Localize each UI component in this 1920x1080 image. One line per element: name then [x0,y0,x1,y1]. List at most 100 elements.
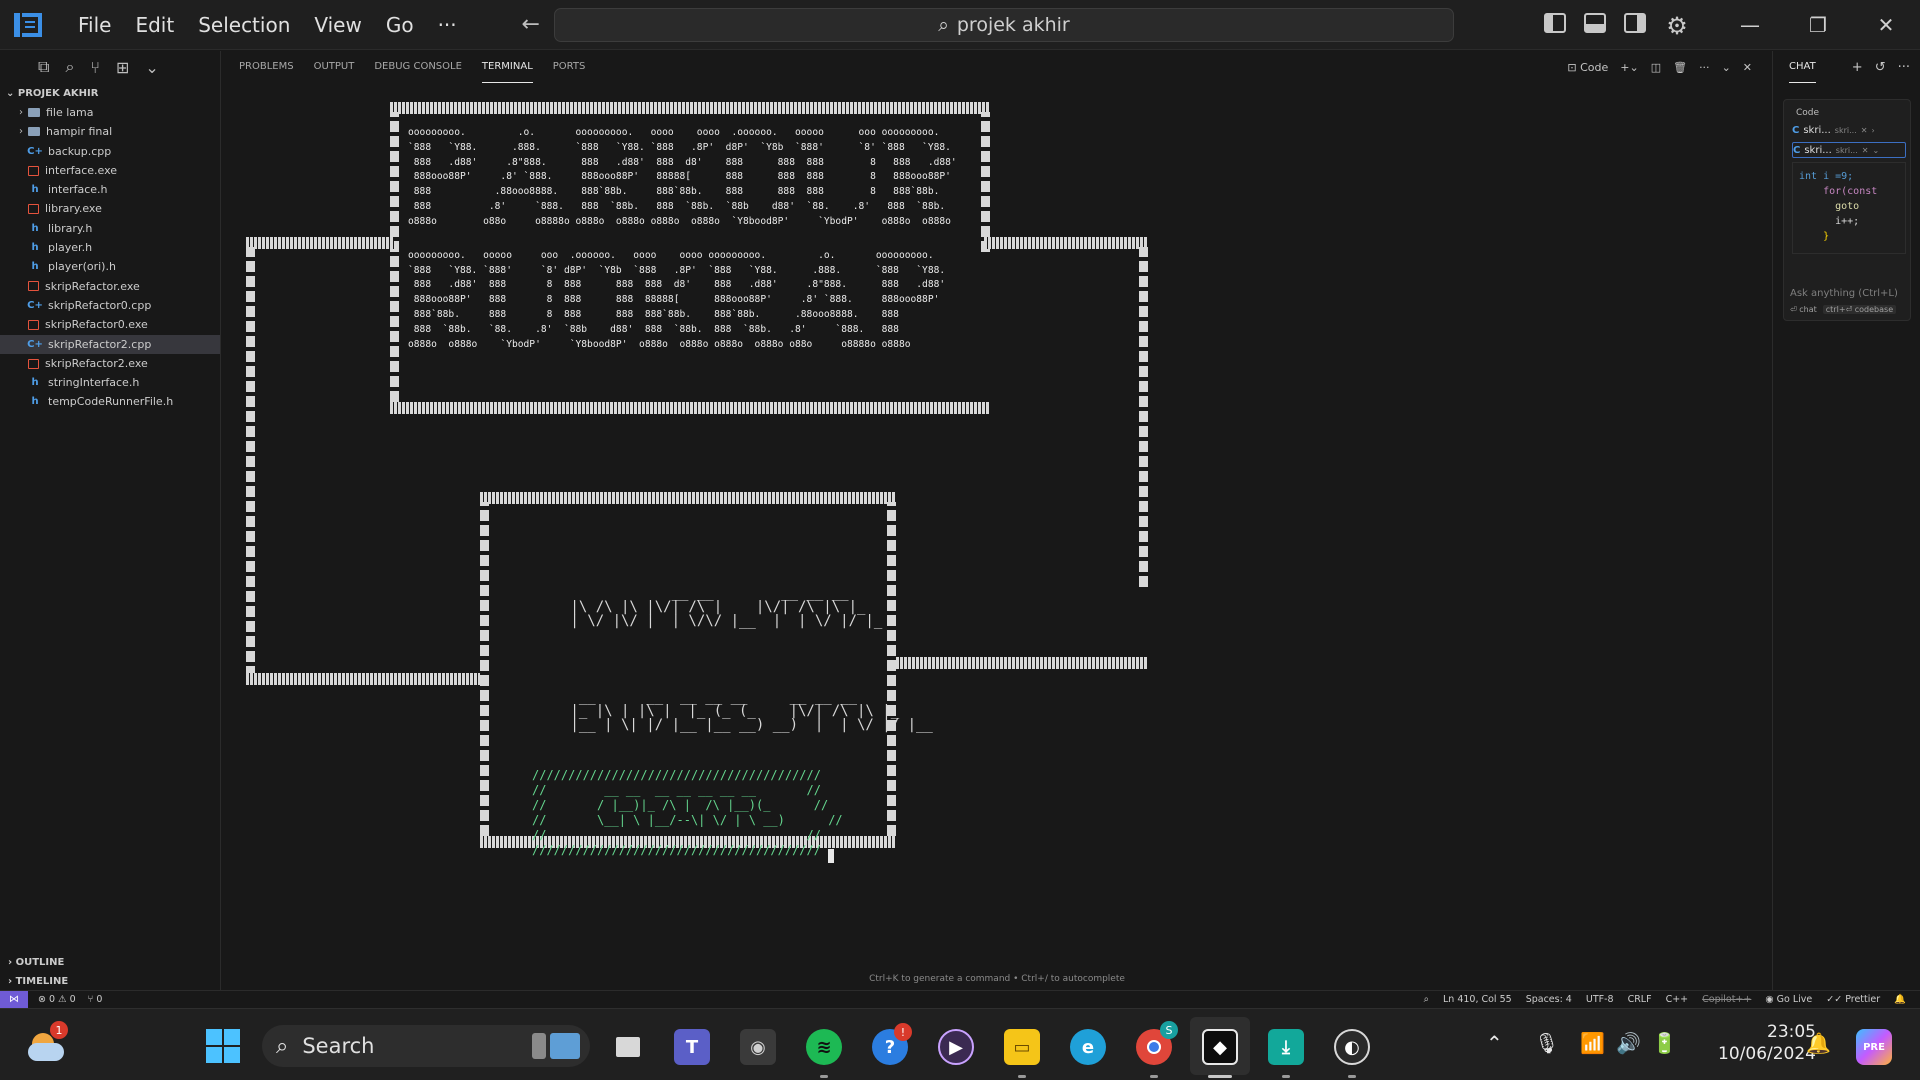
minimize-icon[interactable]: — [1716,0,1784,50]
menu-view[interactable]: View [302,0,373,50]
file-tree-item[interactable]: h library.h [0,219,220,238]
close-panel-icon[interactable]: ✕ [1743,61,1752,74]
file-tree-item[interactable]: h tempCodeRunnerFile.h [0,392,220,411]
gear-icon[interactable]: ⚙ [1664,13,1690,39]
encoding[interactable]: UTF-8 [1586,994,1614,1005]
file-tree-item[interactable]: › hampir final [0,122,220,141]
restore-icon[interactable]: ❐ [1784,0,1852,50]
copilot-icon[interactable]: PRE [1856,1029,1892,1065]
command-center-search[interactable]: ⌕ projek akhir [554,8,1454,42]
tab-debug-console[interactable]: DEBUG CONSOLE [374,51,462,83]
toggle-secondary-sidebar-icon[interactable] [1624,13,1646,33]
chevron-up-icon[interactable]: ⌃ [1486,1031,1503,1055]
chevron-down-icon[interactable]: ⌄ [1872,146,1879,155]
chat-reference-1[interactable]: C skri... skri... ✕ › [1792,122,1906,138]
timeline-section[interactable]: › TIMELINE [0,972,221,991]
file-tree-item[interactable]: › file lama [0,103,220,122]
battery-icon[interactable]: 🔋 [1652,1031,1677,1055]
file-tree-item[interactable]: interface.exe [0,161,220,180]
chat-reference-2[interactable]: C skri... skri... ✕ ⌄ [1792,142,1906,158]
wifi-icon[interactable]: 📶 [1580,1031,1605,1055]
tab-problems[interactable]: PROBLEMS [239,51,294,83]
camera-icon[interactable]: ◉ [740,1029,776,1065]
chat-ask-placeholder[interactable]: Ask anything (Ctrl+L) [1790,288,1898,299]
cursor-position[interactable]: Ln 410, Col 55 [1443,994,1512,1005]
notifications-icon[interactable]: 🔔 [1894,994,1906,1005]
tab-ports[interactable]: PORTS [553,51,586,83]
file-tree-item[interactable]: skripRefactor0.exe [0,315,220,334]
back-arrow-icon[interactable]: ← [517,11,545,39]
tab-terminal[interactable]: TERMINAL [481,51,533,83]
toggle-panel-icon[interactable] [1584,13,1606,33]
copilot-status[interactable]: Copilot++ [1702,994,1751,1005]
search-icon[interactable]: ⌕ [65,57,74,77]
explorer-icon[interactable]: ⧉ [38,57,49,77]
file-tree-item[interactable]: h interface.h [0,180,220,199]
spotify-icon[interactable]: ≋ [806,1029,842,1065]
more-actions-icon[interactable]: ··· [1699,61,1710,74]
explorer-root[interactable]: ⌄ PROJEK AKHIR [0,85,220,103]
file-tree-item[interactable]: h stringInterface.h [0,373,220,392]
split-terminal-icon[interactable]: ◫ [1651,61,1661,74]
outline-section[interactable]: › OUTLINE [0,953,221,972]
more-icon[interactable]: ··· [1898,60,1910,75]
close-icon[interactable]: ✕ [1862,146,1869,155]
file-tree-item[interactable]: skripRefactor.exe [0,277,220,296]
menu-option-endless-mode[interactable]: __ __ __ __ __ __ __ __ |_ |\ | |\ | |_ … [562,690,932,734]
file-tree-item[interactable]: C+ skripRefactor0.cpp [0,296,220,315]
task-view-icon[interactable] [610,1029,646,1065]
menu-option-normal-mode[interactable]: __ __ __ __ __ |\ /\ |\ |\/| /\ | |\/| /… [562,586,882,630]
file-tree-item[interactable]: C+ backup.cpp [0,142,220,161]
chevron-down-icon[interactable]: ⌄ [1722,61,1731,74]
terminal-selector[interactable]: ⊡ Code [1567,61,1608,74]
ports-status[interactable]: ⑂ 0 [88,994,103,1005]
file-tree-item[interactable]: C+ skripRefactor2.cpp [0,334,220,354]
file-tree-item[interactable]: h player(ori).h [0,257,220,276]
file-tree-item[interactable]: h player.h [0,238,220,257]
file-tree-item[interactable]: library.exe [0,199,220,218]
history-icon[interactable]: ↺ [1875,60,1886,75]
codebase-submit-hint[interactable]: ctrl+⏎ codebase [1822,305,1897,314]
close-icon[interactable]: ✕ [1852,0,1920,50]
indentation[interactable]: Spaces: 4 [1526,994,1572,1005]
teams-icon[interactable]: T [674,1029,710,1065]
file-tree-item[interactable]: skripRefactor2.exe [0,354,220,373]
edge-icon[interactable]: e [1070,1029,1106,1065]
menu-more[interactable]: ··· [426,0,469,50]
notification-bell-icon[interactable]: 🔔 [1806,1031,1831,1055]
terminal-output[interactable]: ooooooooo. .o. ooooooooo. oooo oooo .ooo… [222,83,1772,963]
clock[interactable]: 23:05 10/06/2024 [1718,1021,1816,1065]
menu-file[interactable]: File [66,0,123,50]
problems-status[interactable]: ⊗ 0 ⚠ 0 [38,994,76,1005]
microphone-icon[interactable]: 🎙 [1534,1031,1559,1055]
chat-input-box[interactable]: Code C skri... skri... ✕ › C skri... skr… [1783,99,1911,321]
menu-edit[interactable]: Edit [123,0,186,50]
chevron-right-icon[interactable]: › [1871,126,1874,135]
trash-icon[interactable]: 🗑 [1673,61,1687,74]
new-terminal-icon[interactable]: +⌄ [1620,61,1638,74]
line-ending[interactable]: CRLF [1628,994,1652,1005]
go-live-button[interactable]: ◉ Go Live [1765,994,1812,1005]
taskbar-search[interactable]: ⌕ Search [262,1025,590,1067]
language-mode[interactable]: C++ [1666,994,1689,1005]
prettier-button[interactable]: ✓✓ Prettier [1826,994,1880,1005]
extensions-icon[interactable]: ⊞ [116,58,129,77]
toggle-primary-sidebar-icon[interactable] [1544,13,1566,33]
close-icon[interactable]: ✕ [1861,126,1868,135]
cursor-editor-icon[interactable]: ◆ [1202,1029,1238,1065]
volume-icon[interactable]: 🔊 [1616,1031,1641,1055]
menu-selection[interactable]: Selection [186,0,302,50]
weather-icon[interactable]: 1 [28,1021,68,1063]
chat-submit-hint[interactable]: ⏎ chat [1790,305,1817,314]
remote-icon[interactable]: ⋈ [0,990,28,1008]
chevron-down-icon[interactable]: ⌄ [145,58,158,77]
obs-icon[interactable]: ◐ [1334,1029,1370,1065]
zoom-icon[interactable]: ⌕ [1424,994,1429,1005]
download-app-icon[interactable]: ⤓ [1268,1029,1304,1065]
menu-option-creators[interactable]: ////////////////////////////////////////… [532,768,843,858]
new-chat-icon[interactable]: + [1852,60,1863,75]
menu-go[interactable]: Go [374,0,426,50]
tab-output[interactable]: OUTPUT [314,51,355,83]
source-control-icon[interactable]: ⑂ [90,58,100,77]
start-icon[interactable] [206,1029,240,1063]
